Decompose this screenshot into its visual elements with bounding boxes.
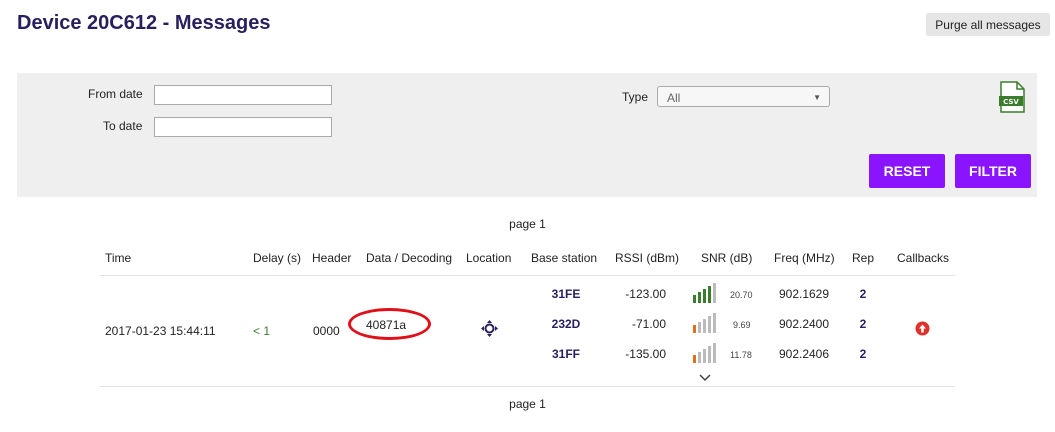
rep-3: 2 bbox=[859, 347, 867, 361]
col-header-header: Header bbox=[312, 251, 352, 265]
col-header-callbacks: Callbacks bbox=[897, 251, 950, 265]
base-station-2: 232D bbox=[551, 317, 581, 331]
freq-3: 902.2406 bbox=[778, 347, 830, 361]
col-header-delay: Delay (s) bbox=[253, 251, 302, 265]
freq-1: 902.1629 bbox=[778, 287, 830, 301]
snr-bars-2 bbox=[693, 313, 718, 333]
snr-value-2: 9.69 bbox=[733, 320, 751, 330]
csv-icon-label: CSV bbox=[1003, 98, 1019, 106]
col-header-rep: Rep bbox=[852, 251, 875, 265]
col-header-base-station: Base station bbox=[531, 251, 598, 265]
message-delay: < 1 bbox=[253, 324, 271, 338]
freq-2: 902.2400 bbox=[778, 317, 830, 331]
col-header-rssi: RSSI (dBm) bbox=[615, 251, 680, 265]
annotation-circle bbox=[348, 308, 431, 340]
reset-button[interactable]: RESET bbox=[869, 154, 945, 188]
csv-download-icon[interactable]: CSV bbox=[998, 81, 1026, 113]
message-time: 2017-01-23 15:44:11 bbox=[105, 324, 216, 338]
snr-value-3: 11.78 bbox=[730, 350, 752, 360]
col-header-location: Location bbox=[466, 251, 512, 265]
pagination-bottom: page 1 bbox=[509, 397, 546, 411]
rssi-1: -123.00 bbox=[625, 287, 666, 301]
type-select[interactable]: All ▼ bbox=[657, 86, 830, 107]
rep-2: 2 bbox=[859, 317, 867, 331]
to-date-label: To date bbox=[103, 119, 143, 133]
col-header-snr: SNR (dB) bbox=[701, 251, 753, 265]
location-crosshair-icon[interactable] bbox=[481, 320, 498, 337]
callback-error-icon[interactable] bbox=[915, 321, 930, 336]
page-title: Device 20C612 - Messages bbox=[17, 12, 271, 34]
rep-1: 2 bbox=[859, 287, 867, 301]
filter-panel: From date To date Type All ▼ CSV RESET F… bbox=[17, 73, 1037, 197]
from-date-label: From date bbox=[88, 87, 143, 101]
chevron-down-icon: ▼ bbox=[813, 93, 821, 102]
rssi-2: -71.00 bbox=[631, 317, 666, 331]
base-station-3: 31FF bbox=[551, 347, 580, 361]
expand-chevron-icon[interactable] bbox=[699, 369, 711, 382]
col-header-time: Time bbox=[105, 251, 132, 265]
snr-bars-1 bbox=[693, 283, 718, 303]
snr-bars-3 bbox=[693, 343, 718, 363]
type-select-value: All bbox=[667, 91, 681, 105]
col-header-data: Data / Decoding bbox=[366, 251, 453, 265]
base-station-1: 31FE bbox=[551, 287, 581, 301]
purge-all-button[interactable]: Purge all messages bbox=[926, 13, 1050, 36]
type-label: Type bbox=[622, 90, 649, 104]
header-divider bbox=[100, 275, 955, 276]
rssi-3: -135.00 bbox=[625, 347, 666, 361]
to-date-input[interactable] bbox=[154, 117, 332, 137]
snr-value-1: 20.70 bbox=[730, 290, 753, 300]
row-divider bbox=[100, 386, 955, 387]
pagination-top: page 1 bbox=[509, 217, 546, 231]
col-header-freq: Freq (MHz) bbox=[774, 251, 835, 265]
message-header: 0000 bbox=[313, 324, 340, 338]
from-date-input[interactable] bbox=[154, 85, 332, 105]
filter-button[interactable]: FILTER bbox=[955, 154, 1031, 188]
